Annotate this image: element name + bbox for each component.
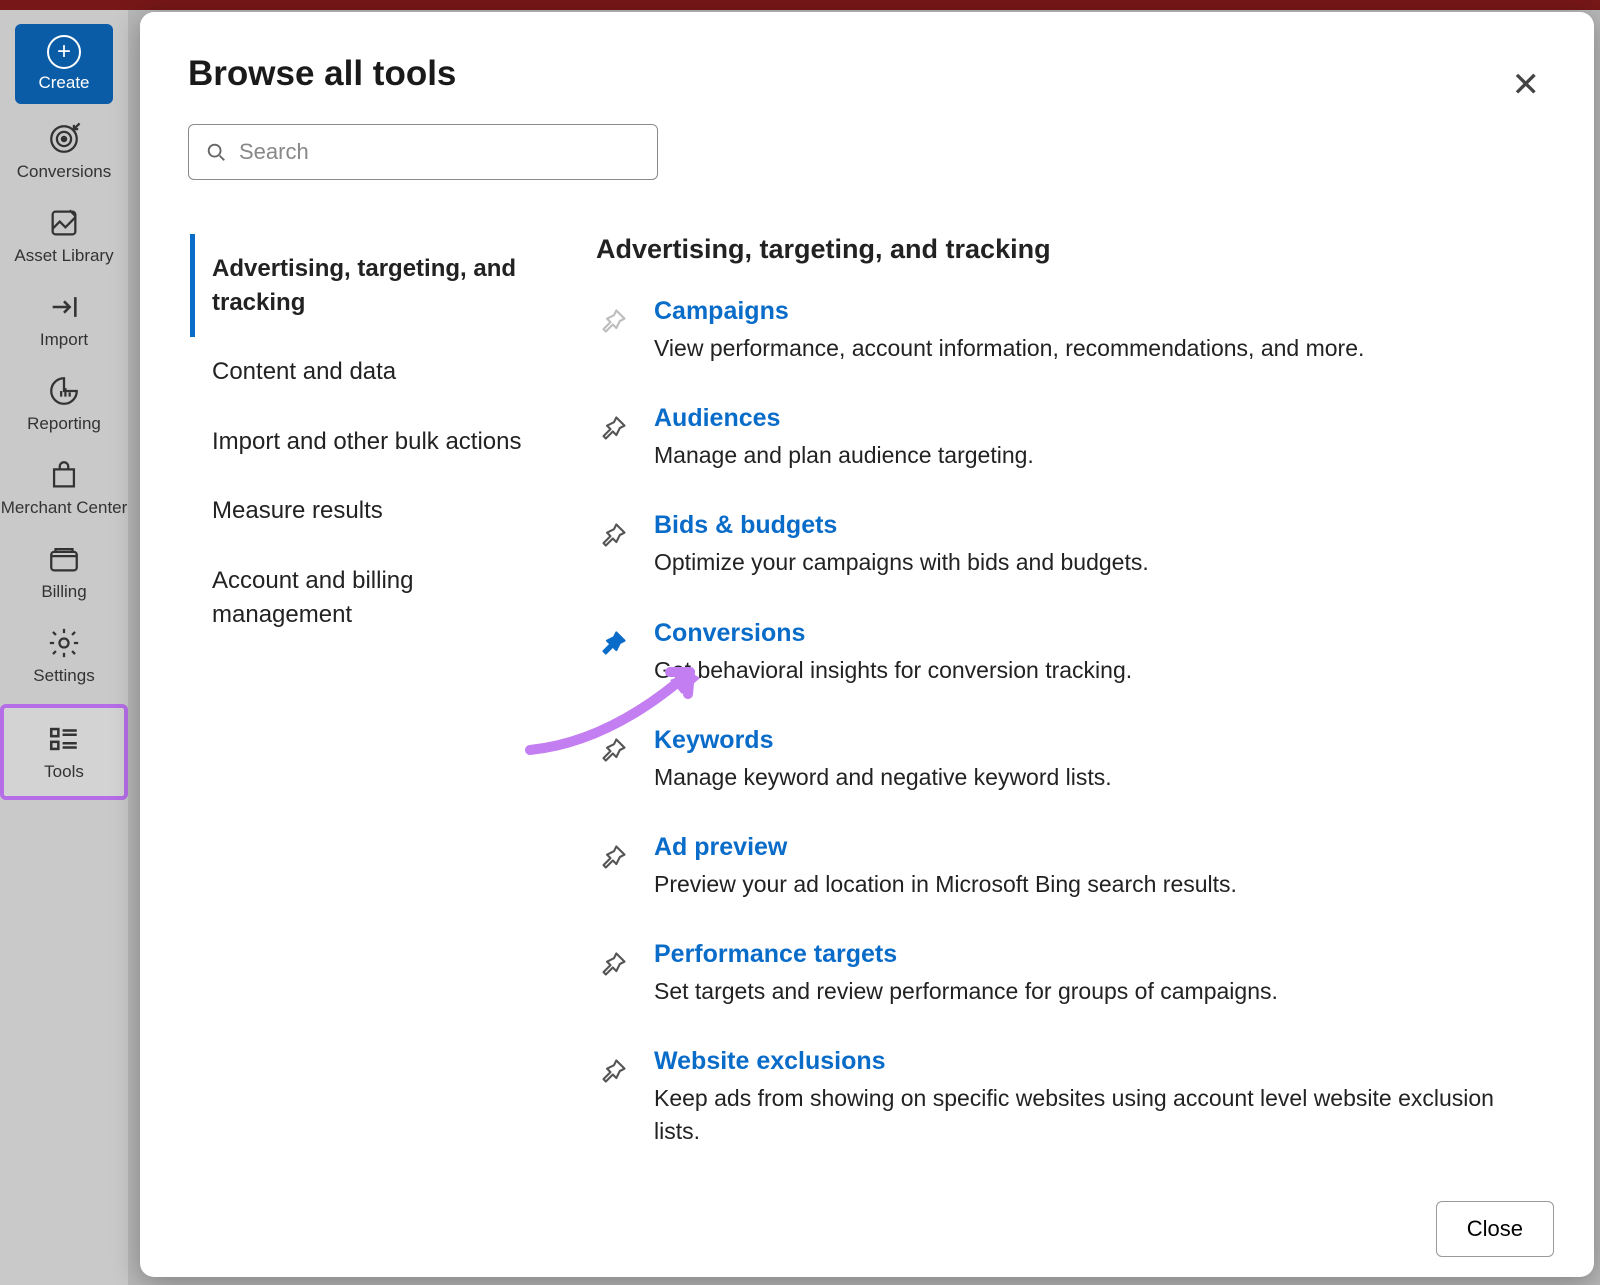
sidebar-item-billing[interactable]: Billing: [0, 524, 128, 608]
sidebar-item-label: Settings: [33, 666, 94, 686]
tool-description: Set targets and review performance for g…: [654, 975, 1524, 1007]
wallet-icon: [47, 542, 81, 576]
tool-description: Preview your ad location in Microsoft Bi…: [654, 868, 1524, 900]
tool-row: Bids & budgets Optimize your campaigns wi…: [596, 511, 1524, 578]
tool-description: Keep ads from showing on specific websit…: [654, 1082, 1524, 1146]
sidebar-item-import[interactable]: Import: [0, 272, 128, 356]
tool-description: Get behavioral insights for conversion t…: [654, 654, 1524, 686]
create-label: Create: [38, 73, 89, 93]
tools-panel: Advertising, targeting, and tracking Cam…: [588, 234, 1554, 1193]
sidebar-item-label: Billing: [41, 582, 86, 602]
shopping-icon: [47, 458, 81, 492]
sidebar-item-label: Import: [40, 330, 88, 350]
search-icon: [205, 141, 227, 163]
close-icon[interactable]: ✕: [1512, 68, 1541, 102]
tool-row: Conversions Get behavioral insights for c…: [596, 619, 1524, 686]
category-measure-results[interactable]: Measure results: [190, 476, 568, 546]
modal-title: Browse all tools: [188, 54, 1554, 94]
search-field[interactable]: [188, 124, 658, 180]
tool-link[interactable]: Website exclusions: [654, 1047, 886, 1076]
sidebar-item-label: Merchant Center: [1, 498, 128, 518]
pin-icon[interactable]: [596, 410, 632, 446]
pin-icon[interactable]: [596, 732, 632, 768]
pin-icon[interactable]: [596, 625, 632, 661]
sidebar-item-settings[interactable]: Settings: [0, 608, 128, 692]
tool-row: Keywords Manage keyword and negative keyw…: [596, 726, 1524, 793]
pin-icon[interactable]: [596, 517, 632, 553]
tool-link[interactable]: Performance targets: [654, 940, 897, 969]
sidebar-item-label: Tools: [44, 762, 84, 782]
tool-description: View performance, account information, r…: [654, 332, 1524, 364]
category-list: Advertising, targeting, and tracking Con…: [188, 234, 568, 1193]
left-sidebar: + Create Conversions Asset Library Impor…: [0, 10, 128, 1285]
create-button[interactable]: + Create: [15, 24, 113, 104]
category-import-bulk[interactable]: Import and other bulk actions: [190, 407, 568, 477]
tool-row: Ad preview Preview your ad location in Mi…: [596, 833, 1524, 900]
sidebar-item-merchant-center[interactable]: Merchant Center: [0, 440, 128, 524]
browse-tools-modal: Browse all tools ✕ Advertising, targetin…: [140, 12, 1594, 1277]
gear-icon: [47, 626, 81, 660]
sidebar-item-label: Reporting: [27, 414, 101, 434]
tool-link[interactable]: Ad preview: [654, 833, 787, 862]
plus-icon: +: [47, 35, 81, 69]
category-content-data[interactable]: Content and data: [190, 337, 568, 407]
pin-icon[interactable]: [596, 946, 632, 982]
sidebar-item-tools[interactable]: Tools: [0, 704, 128, 800]
close-button[interactable]: Close: [1436, 1201, 1554, 1257]
sidebar-item-reporting[interactable]: Reporting: [0, 356, 128, 440]
tool-description: Manage and plan audience targeting.: [654, 439, 1524, 471]
category-account-billing[interactable]: Account and billing management: [190, 546, 568, 649]
section-title: Advertising, targeting, and tracking: [596, 234, 1524, 265]
search-input[interactable]: [239, 139, 641, 165]
library-icon: [47, 206, 81, 240]
tools-icon: [47, 722, 81, 756]
tool-link[interactable]: Keywords: [654, 726, 773, 755]
category-advertising[interactable]: Advertising, targeting, and tracking: [190, 234, 568, 337]
tool-link[interactable]: Conversions: [654, 619, 805, 648]
sidebar-item-label: Conversions: [17, 162, 112, 182]
sidebar-item-asset-library[interactable]: Asset Library: [0, 188, 128, 272]
sidebar-item-label: Asset Library: [14, 246, 113, 266]
target-icon: [47, 122, 81, 156]
pin-icon[interactable]: [596, 303, 632, 339]
tool-link[interactable]: Bids & budgets: [654, 511, 837, 540]
pin-icon[interactable]: [596, 1053, 632, 1089]
tool-description: Manage keyword and negative keyword list…: [654, 761, 1524, 793]
import-icon: [47, 290, 81, 324]
reporting-icon: [47, 374, 81, 408]
tool-link[interactable]: Audiences: [654, 404, 780, 433]
pin-icon[interactable]: [596, 839, 632, 875]
tool-description: Optimize your campaigns with bids and bu…: [654, 546, 1524, 578]
tool-row: Campaigns View performance, account infor…: [596, 297, 1524, 364]
tool-link[interactable]: Campaigns: [654, 297, 789, 326]
tool-row: Website exclusions Keep ads from showing …: [596, 1047, 1524, 1146]
sidebar-item-conversions[interactable]: Conversions: [0, 104, 128, 188]
tool-row: Audiences Manage and plan audience target…: [596, 404, 1524, 471]
tool-row: Performance targets Set targets and revie…: [596, 940, 1524, 1007]
